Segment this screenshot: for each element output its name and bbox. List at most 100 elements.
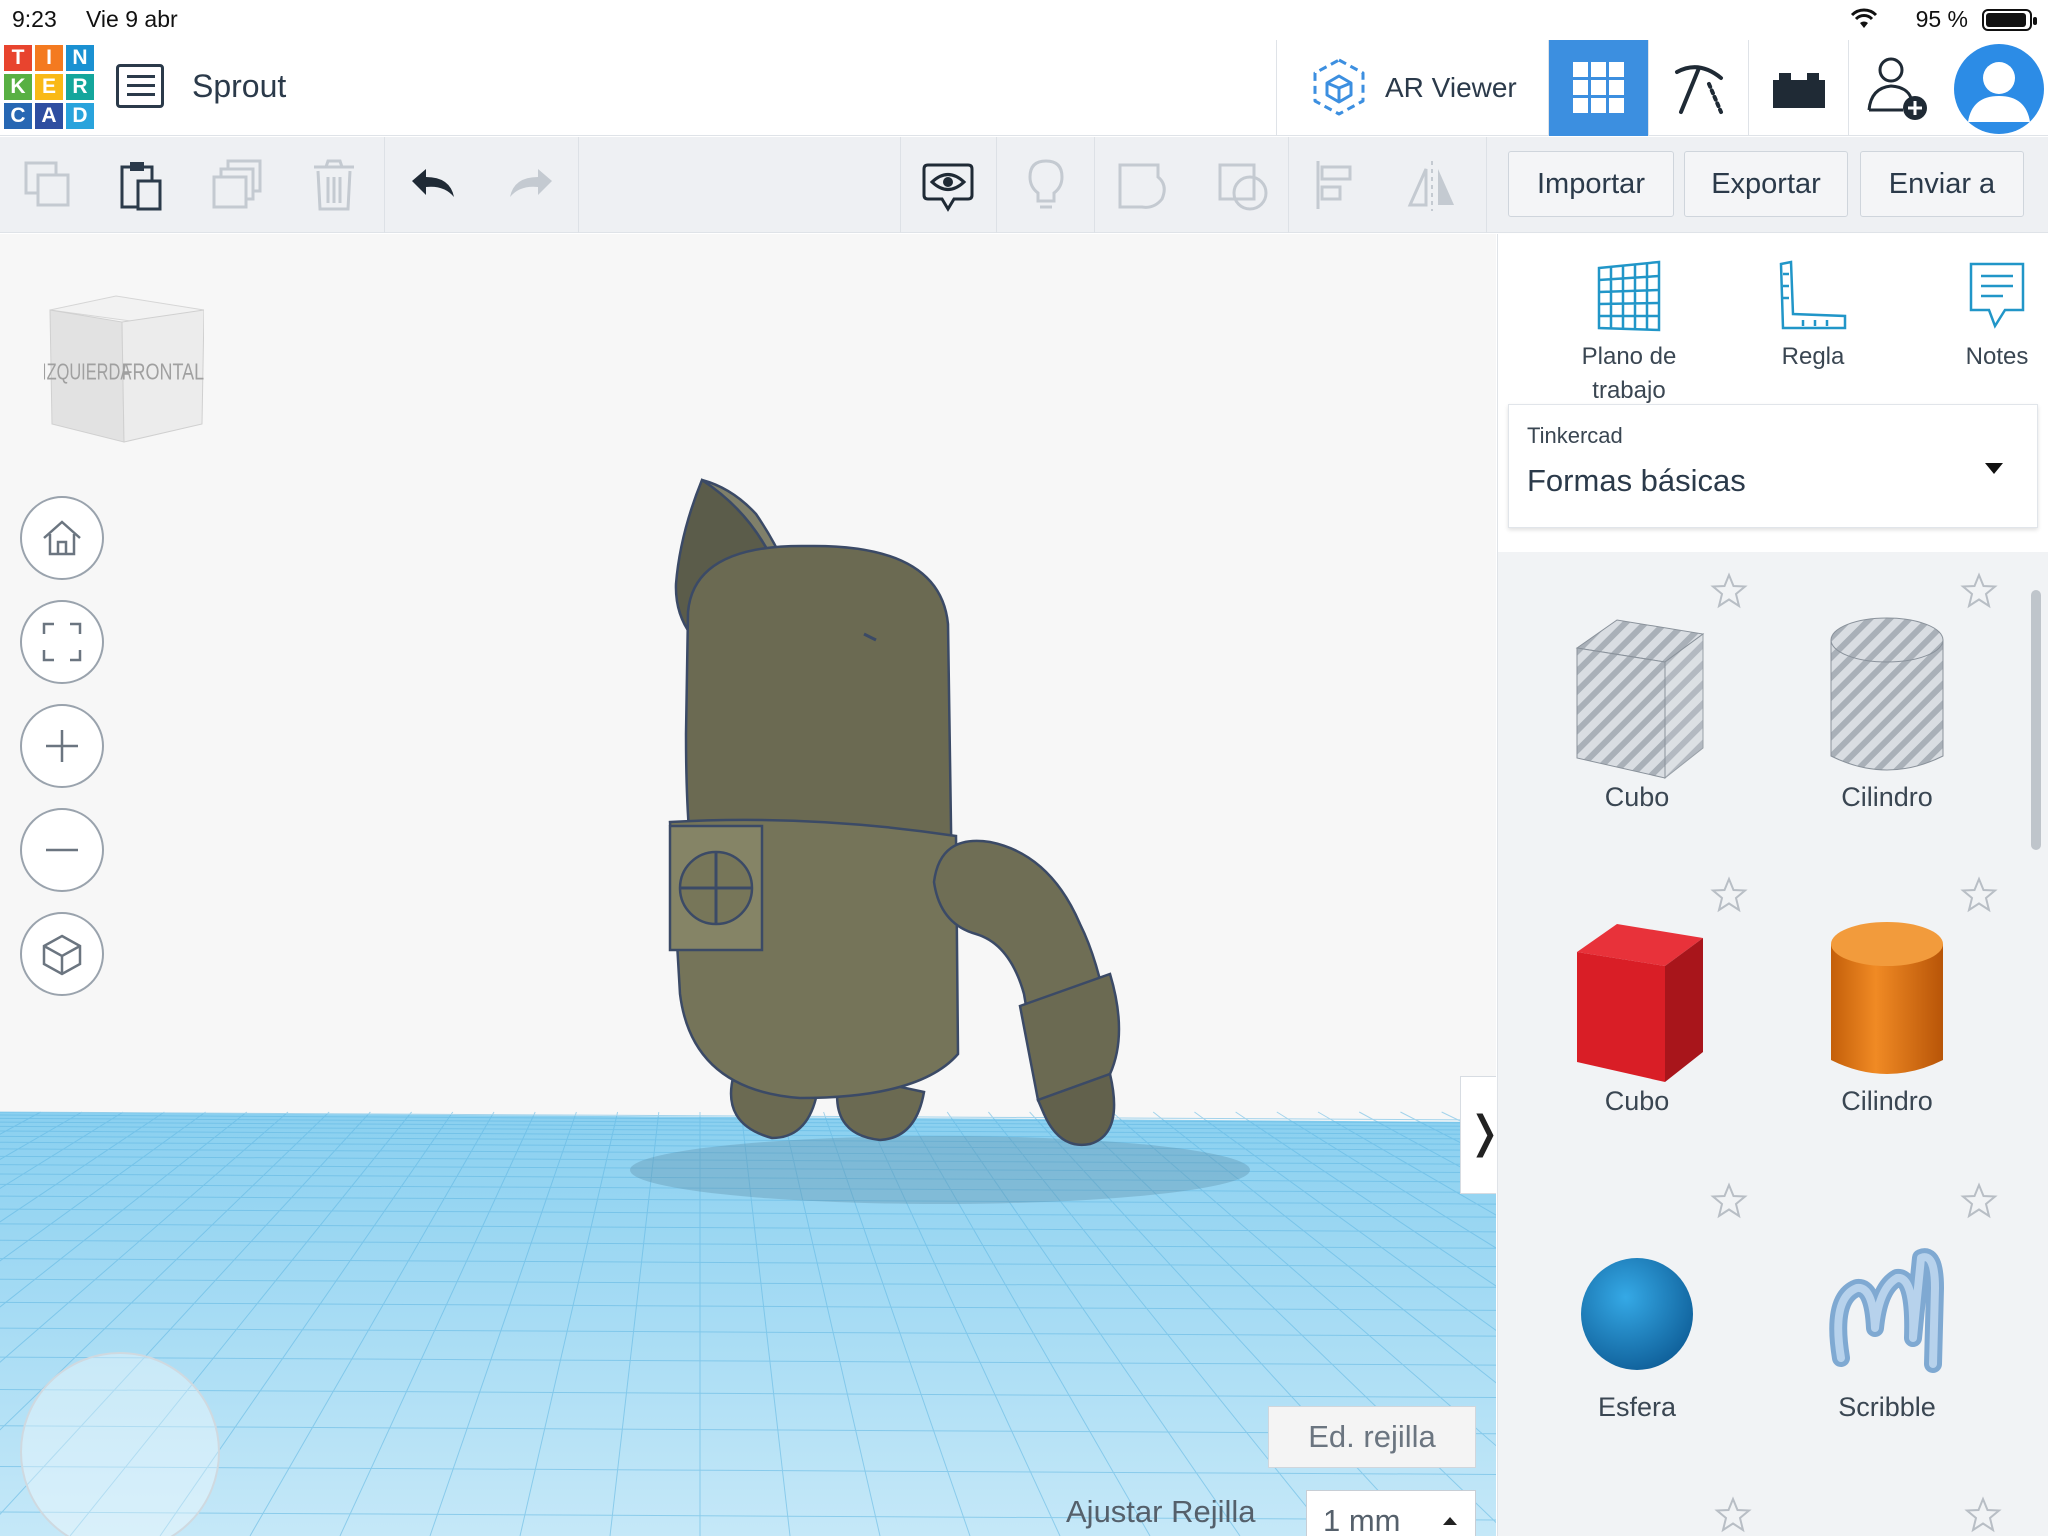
shape-item[interactable]: Cilindro bbox=[1762, 552, 2012, 852]
orbit-joystick[interactable] bbox=[20, 1352, 220, 1536]
workplane-tool-button[interactable]: Plano de trabajo bbox=[1544, 258, 1714, 408]
3d-view-button[interactable] bbox=[1548, 40, 1648, 136]
shape-item[interactable]: Scribble bbox=[1762, 1162, 2012, 1462]
workplane-icon bbox=[1597, 260, 1661, 332]
logo-letter: E bbox=[35, 74, 63, 100]
sprout-model[interactable] bbox=[640, 474, 1160, 1194]
shape-name: Cilindro bbox=[1841, 782, 1933, 812]
grid-view-icon bbox=[1573, 62, 1624, 113]
shape-grid: Cubo Cilindro Cubo Cilindro Esfera Scrib… bbox=[1498, 552, 2048, 1536]
shape-name: Cubo bbox=[1604, 782, 1670, 812]
ruler-icon bbox=[1779, 260, 1847, 330]
duplicate-icon[interactable] bbox=[210, 157, 266, 213]
wifi-icon bbox=[1850, 8, 1878, 28]
redo-icon[interactable] bbox=[502, 157, 558, 213]
box-icon bbox=[1577, 924, 1703, 1082]
fit-icon bbox=[42, 622, 82, 662]
shape-item[interactable]: Cubo bbox=[1512, 552, 1762, 852]
ar-viewer-button[interactable]: AR Viewer bbox=[1276, 40, 1548, 136]
star-icon[interactable] bbox=[1714, 1496, 1752, 1534]
design-list-button[interactable] bbox=[116, 64, 164, 108]
shapes-panel: Plano de trabajo Regla Notes Tinkercad F… bbox=[1497, 234, 2048, 1536]
shape-item[interactable]: Esfera bbox=[1512, 1162, 1762, 1462]
copy-icon[interactable] bbox=[20, 157, 76, 213]
star-icon[interactable] bbox=[1964, 1496, 2002, 1534]
battery-percent: 95 % bbox=[1915, 6, 1968, 32]
ungroup-icon[interactable] bbox=[1214, 157, 1270, 213]
shape-name: Cilindro bbox=[1841, 1086, 1933, 1116]
export-button[interactable]: Exportar bbox=[1684, 151, 1848, 217]
status-time: 9:23 bbox=[12, 6, 57, 32]
zoom-in-button[interactable] bbox=[20, 704, 104, 788]
library-category: Tinkercad bbox=[1527, 423, 1623, 448]
snap-grid-value: 1 mm bbox=[1323, 1503, 1401, 1536]
star-icon[interactable] bbox=[1710, 572, 1748, 610]
notes-tool-label: Notes bbox=[1965, 343, 2029, 370]
perspective-toggle-button[interactable] bbox=[20, 912, 104, 996]
hole-cylinder-icon bbox=[1830, 617, 1944, 771]
workplane-tool-label: Plano de trabajo bbox=[1581, 343, 1677, 404]
send-to-button[interactable]: Enviar a bbox=[1860, 151, 2024, 217]
view-cube[interactable]: IZQUIERDA FRONTAL bbox=[42, 292, 205, 457]
ruler-tool-button[interactable]: Regla bbox=[1728, 258, 1898, 374]
zoom-out-button[interactable] bbox=[20, 808, 104, 892]
home-view-button[interactable] bbox=[20, 496, 104, 580]
tinkercad-logo[interactable]: T I N K E R C A D bbox=[4, 45, 94, 129]
brick-icon bbox=[1773, 73, 1825, 108]
caret-up-icon bbox=[1443, 1517, 1457, 1525]
shape-item[interactable]: Cilindro bbox=[1762, 856, 2012, 1156]
trash-icon[interactable] bbox=[306, 157, 362, 213]
snap-grid-label: Ajustar Rejilla bbox=[1066, 1494, 1256, 1529]
shape-item[interactable]: Cubo bbox=[1512, 856, 1762, 1156]
hole-box-icon bbox=[1575, 619, 1705, 780]
scribble-icon bbox=[1829, 1248, 1944, 1373]
logo-letter: C bbox=[4, 103, 32, 129]
align-icon[interactable] bbox=[1310, 157, 1366, 213]
codeblocks-view-button[interactable] bbox=[1648, 40, 1748, 136]
star-icon[interactable] bbox=[1960, 876, 1998, 914]
logo-letter: T bbox=[4, 45, 32, 71]
notes-icon bbox=[1969, 262, 2025, 329]
fit-view-button[interactable] bbox=[20, 600, 104, 684]
library-selected: Formas básicas bbox=[1527, 463, 1746, 498]
ar-viewer-label: AR Viewer bbox=[1385, 72, 1517, 103]
add-user-icon bbox=[1867, 57, 1927, 120]
lightbulb-icon[interactable] bbox=[1018, 157, 1074, 213]
mirror-icon[interactable] bbox=[1404, 157, 1460, 213]
cylinder-icon bbox=[1831, 922, 1943, 1074]
group-icon[interactable] bbox=[1114, 157, 1170, 213]
star-icon[interactable] bbox=[1710, 1182, 1748, 1220]
undo-icon[interactable] bbox=[406, 157, 462, 213]
status-date: Vie 9 abr bbox=[86, 6, 178, 32]
panel-collapse-toggle[interactable]: ❭ bbox=[1460, 1076, 1496, 1194]
notes-visibility-icon[interactable] bbox=[920, 157, 976, 213]
star-icon[interactable] bbox=[1960, 1182, 1998, 1220]
star-icon[interactable] bbox=[1960, 572, 1998, 610]
import-button[interactable]: Importar bbox=[1508, 151, 1674, 217]
home-icon bbox=[43, 520, 81, 556]
viewcube-left-label: IZQUIERDA bbox=[44, 360, 132, 385]
battery-icon bbox=[1982, 9, 2037, 31]
logo-letter: N bbox=[66, 45, 94, 71]
shape-name: Esfera bbox=[1597, 1392, 1677, 1422]
cube-outline-icon bbox=[42, 934, 82, 976]
minus-icon bbox=[46, 848, 78, 852]
workplane-viewport[interactable]: IZQUIERDA FRONTAL ❭ Ed. rejilla Ajustar … bbox=[0, 234, 1496, 1536]
design-title[interactable]: Sprout bbox=[192, 68, 286, 105]
viewcube-front-label: FRONTAL bbox=[121, 359, 204, 385]
notes-tool-button[interactable]: Notes bbox=[1912, 258, 2048, 374]
invite-user-button[interactable] bbox=[1848, 40, 1948, 136]
chevron-right-icon: ❭ bbox=[1466, 1108, 1496, 1157]
shape-library-dropdown[interactable]: Tinkercad Formas básicas bbox=[1508, 404, 2038, 528]
user-avatar[interactable] bbox=[1954, 44, 2044, 134]
caret-down-icon bbox=[1985, 463, 2003, 474]
edit-toolbar: Importar Exportar Enviar a bbox=[0, 137, 2048, 233]
edit-grid-button[interactable]: Ed. rejilla bbox=[1268, 1406, 1476, 1468]
star-icon[interactable] bbox=[1710, 876, 1748, 914]
logo-letter: K bbox=[4, 74, 32, 100]
shape-list-scrollbar[interactable] bbox=[2031, 590, 2041, 850]
user-icon bbox=[1968, 62, 2030, 122]
snap-grid-select[interactable]: 1 mm bbox=[1306, 1490, 1476, 1536]
bricks-view-button[interactable] bbox=[1748, 40, 1848, 136]
paste-icon[interactable] bbox=[112, 157, 168, 213]
